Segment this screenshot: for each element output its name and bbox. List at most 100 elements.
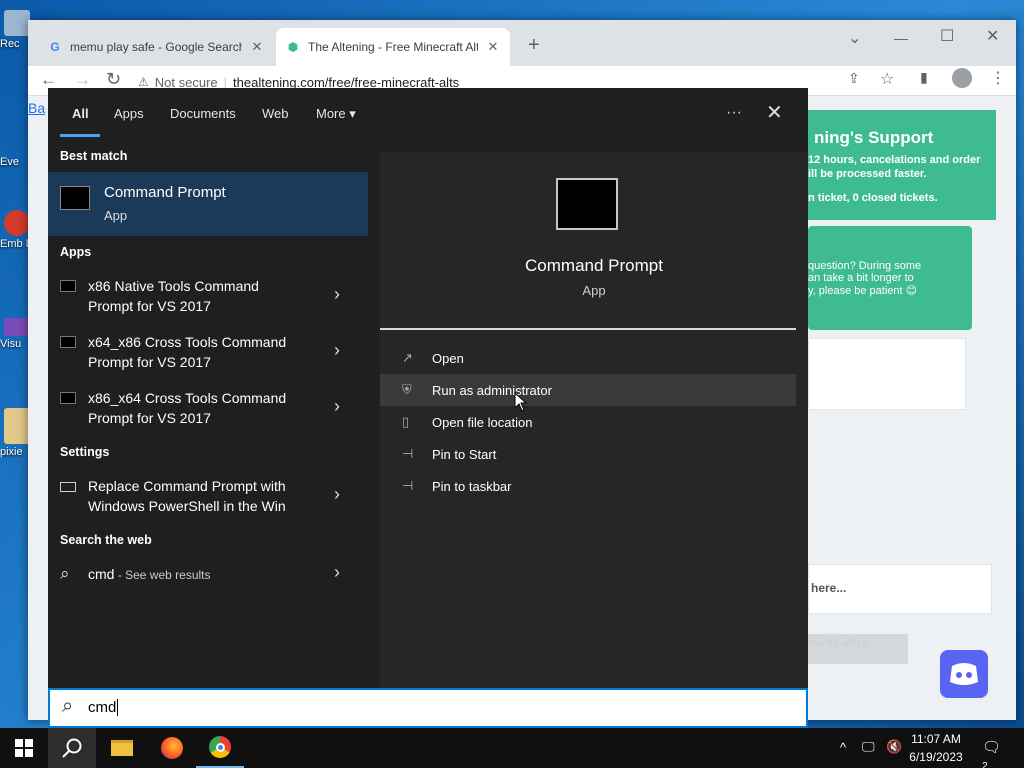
- firefox-icon: [161, 737, 183, 759]
- tab-apps[interactable]: Apps: [114, 106, 144, 121]
- taskbar-search-box[interactable]: ⌕ cmd: [48, 688, 808, 728]
- chevron-right-icon[interactable]: ›: [334, 340, 340, 361]
- reload-button[interactable]: ↻: [106, 69, 121, 90]
- app-result-x86-native[interactable]: x86 Native Tools Command Prompt for VS 20…: [48, 276, 368, 324]
- notification-count: 2: [982, 761, 988, 768]
- forward-button[interactable]: →: [74, 70, 91, 90]
- app-result-x64-x86[interactable]: x64_x86 Cross Tools Command Prompt for VS…: [48, 332, 368, 380]
- section-apps: Apps: [60, 245, 92, 259]
- support-title: ning's Support: [814, 128, 934, 147]
- result-label: cmd - See web results: [88, 566, 211, 582]
- firefox-button[interactable]: [148, 728, 196, 768]
- clock-date: 6/19/2023: [909, 750, 963, 764]
- settings-result-replace-cmd[interactable]: Replace Command Prompt with Windows Power…: [48, 476, 368, 524]
- web-result-cmd[interactable]: ⌕ cmd - See web results ›: [48, 562, 368, 590]
- minimize-button[interactable]: —: [894, 30, 908, 46]
- tab-documents[interactable]: Documents: [170, 106, 236, 121]
- support-line1: 12 hours, cancelations and order: [808, 154, 981, 166]
- action-pin-to-start[interactable]: ⊣ Pin to Start: [380, 438, 796, 470]
- tab-altening[interactable]: ⬢ The Altening - Free Minecraft Alts ✕: [276, 28, 510, 66]
- new-tab-button[interactable]: +: [528, 34, 540, 57]
- support-message-input[interactable]: here...: [808, 564, 992, 614]
- chevron-right-icon[interactable]: ›: [334, 284, 340, 305]
- command-prompt-icon: [60, 186, 90, 210]
- command-prompt-icon: [556, 178, 618, 230]
- tab-web[interactable]: Web: [262, 106, 289, 121]
- bookmark-star-icon[interactable]: ☆: [880, 69, 894, 89]
- chrome-icon: [209, 736, 231, 758]
- search-taskbar-button[interactable]: [48, 728, 96, 768]
- message-line: question? During some: [808, 260, 922, 272]
- action-label: Open: [432, 351, 464, 366]
- profile-avatar[interactable]: [952, 68, 972, 88]
- discord-button[interactable]: [940, 650, 988, 698]
- back-link[interactable]: Ba: [28, 100, 45, 116]
- chrome-button[interactable]: [196, 728, 244, 768]
- show-hidden-icons-button[interactable]: ^: [840, 740, 846, 755]
- close-tab-icon[interactable]: ✕: [486, 39, 500, 55]
- back-button[interactable]: ←: [40, 70, 57, 90]
- action-label: Run as administrator: [432, 383, 552, 398]
- tab-google-search[interactable]: G memu play safe - Google Search ✕: [38, 28, 274, 66]
- close-tab-icon[interactable]: ✕: [250, 39, 264, 55]
- command-prompt-icon: [60, 336, 76, 348]
- app-result-x86-x64[interactable]: x86_x64 Cross Tools Command Prompt for VS…: [48, 388, 368, 436]
- result-label: x64_x86 Cross Tools Command Prompt for VS…: [88, 334, 287, 370]
- support-header: ning's Support 12 hours, cancelations an…: [808, 110, 996, 220]
- preview-divider: [380, 328, 796, 330]
- close-icon[interactable]: ✕: [766, 100, 783, 125]
- file-icon: ▯: [402, 414, 410, 429]
- share-icon[interactable]: ⇪: [848, 70, 860, 87]
- best-match-title: Command Prompt: [104, 184, 226, 201]
- google-icon: G: [50, 40, 60, 54]
- best-match-command-prompt[interactable]: Command Prompt App: [48, 172, 368, 236]
- result-label: x86_x64 Cross Tools Command Prompt for VS…: [88, 390, 287, 426]
- action-open-file-location[interactable]: ▯ Open file location: [380, 406, 796, 438]
- support-message: question? During some an take a bit long…: [808, 226, 972, 330]
- windows-logo-icon: [15, 739, 33, 757]
- tab-search-dropdown[interactable]: ⌄: [848, 28, 861, 48]
- warning-icon: ⚠: [138, 75, 149, 89]
- pin-icon: ⊣: [402, 478, 414, 493]
- discord-icon: [950, 663, 978, 685]
- start-search-panel: All Apps Documents Web More ▾ ··· ✕ Best…: [48, 88, 808, 688]
- tab-title: memu play safe - Google Search: [70, 40, 242, 54]
- menu-dots-icon[interactable]: ⋮: [990, 68, 1006, 88]
- best-match-subtitle: App: [104, 208, 128, 223]
- search-input-value[interactable]: cmd: [88, 699, 119, 716]
- chevron-down-icon: ▾: [349, 106, 356, 121]
- preview-subtitle: App: [582, 283, 606, 298]
- search-icon: ⌕: [60, 564, 70, 583]
- clock[interactable]: 11:07 AM 6/19/2023: [902, 732, 970, 764]
- tab-all[interactable]: All: [72, 106, 89, 121]
- file-explorer-button[interactable]: [98, 728, 146, 768]
- chevron-right-icon[interactable]: ›: [334, 484, 340, 505]
- tab-title: The Altening - Free Minecraft Alts: [308, 40, 478, 54]
- folder-icon: [4, 408, 30, 444]
- search-icon: [62, 738, 82, 758]
- clock-time: 11:07 AM: [911, 732, 961, 746]
- network-icon[interactable]: 🖵: [862, 739, 875, 755]
- side-panel-icon[interactable]: ▮: [920, 69, 928, 86]
- chevron-right-icon[interactable]: ›: [334, 562, 340, 583]
- app-icon: [4, 210, 30, 236]
- start-button[interactable]: [0, 728, 48, 768]
- chevron-right-icon[interactable]: ›: [334, 396, 340, 417]
- folder-icon: [111, 740, 133, 756]
- action-open[interactable]: ↗ Open: [380, 342, 796, 374]
- close-window-button[interactable]: ✕: [986, 26, 999, 46]
- tab-strip: G memu play safe - Google Search ✕ ⬢ The…: [28, 20, 1016, 66]
- maximize-button[interactable]: ☐: [940, 26, 954, 46]
- altening-icon: ⬢: [287, 40, 299, 54]
- visual-studio-icon: [4, 318, 30, 336]
- tab-more[interactable]: More ▾: [316, 106, 356, 122]
- volume-muted-icon[interactable]: 🔇: [886, 739, 902, 755]
- message-line: an take a bit longer to: [808, 272, 914, 284]
- action-run-as-administrator[interactable]: ⛨ Run as administrator: [380, 374, 796, 406]
- action-center-button[interactable]: 🗨2: [982, 738, 1001, 768]
- action-pin-to-taskbar[interactable]: ⊣ Pin to taskbar: [380, 470, 796, 502]
- more-options-icon[interactable]: ···: [726, 104, 742, 122]
- support-line2: ill be processed faster.: [808, 168, 927, 180]
- action-label: Pin to taskbar: [432, 479, 512, 494]
- support-card: [808, 338, 966, 410]
